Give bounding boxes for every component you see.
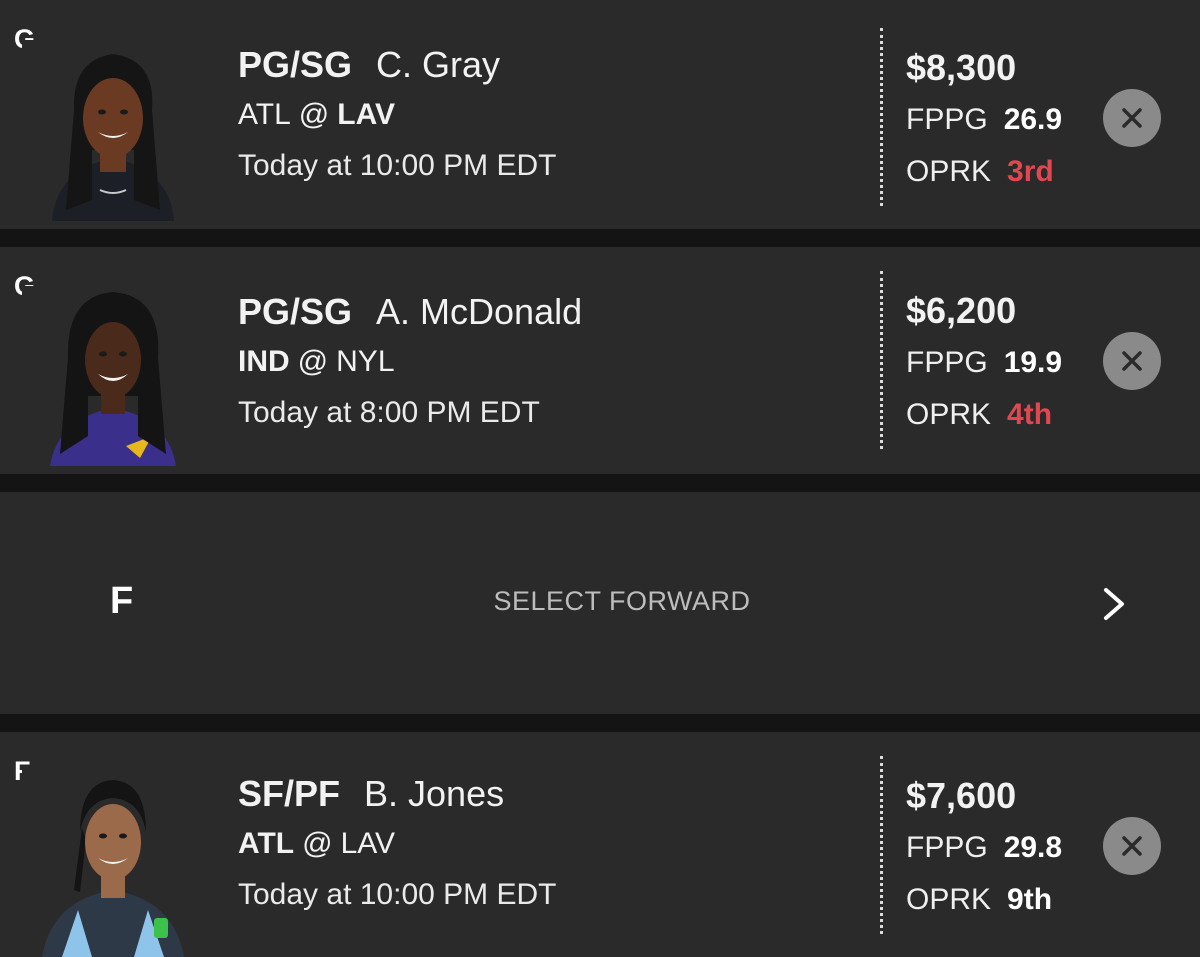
player-title: PG/SG A. McDonald: [238, 287, 582, 337]
fppg-value: 29.8: [1003, 831, 1063, 864]
salary: $8,300: [906, 47, 1017, 88]
oprk-value: 4th: [1007, 398, 1053, 431]
away-team: IND: [238, 345, 290, 378]
player-stats: $6,200 FPPG 19.9 OPRK 4th: [906, 285, 1062, 441]
fppg-stat: FPPG 29.8: [906, 822, 1062, 874]
player-headshot: [22, 40, 204, 221]
player-name: B. Jones: [364, 773, 505, 814]
home-team: LAV: [337, 98, 396, 131]
matchup: ATL @ LAV: [238, 819, 557, 869]
oprk-label: OPRK: [906, 398, 992, 431]
fppg-label: FPPG: [906, 103, 988, 136]
player-headshot: [22, 286, 204, 466]
player-name: C. Gray: [376, 44, 501, 85]
close-icon: [1122, 108, 1142, 128]
player-info: PG/SG C. Gray ATL @ LAV Today at 10:00 P…: [238, 40, 557, 192]
fppg-label: FPPG: [906, 831, 988, 864]
fppg-label: FPPG: [906, 346, 988, 379]
oprk-stat: OPRK 9th: [906, 874, 1062, 926]
away-team: ATL: [238, 98, 291, 131]
oprk-label: OPRK: [906, 883, 992, 916]
player-name: A. McDonald: [376, 291, 583, 332]
player-info: SF/PF B. Jones ATL @ LAV Today at 10:00 …: [238, 769, 557, 921]
oprk-stat: OPRK 4th: [906, 389, 1062, 441]
player-stats: $8,300 FPPG 26.9 OPRK 3rd: [906, 42, 1062, 198]
salary: $6,200: [906, 290, 1017, 331]
home-team: NYL: [336, 345, 395, 378]
fppg-stat: FPPG 19.9: [906, 337, 1062, 389]
player-headshot: [22, 770, 204, 957]
salary: $7,600: [906, 775, 1017, 816]
oprk-value: 9th: [1007, 883, 1053, 916]
player-positions: PG/SG: [238, 291, 353, 332]
close-icon: [1122, 351, 1142, 371]
remove-player-button[interactable]: [1103, 817, 1161, 875]
lineup-list: G PG/SG C. Gray ATL @ LAV Today at 10:00…: [0, 0, 1200, 957]
at-symbol: @: [297, 345, 329, 378]
fppg-stat: FPPG 26.9: [906, 94, 1062, 146]
divider: [880, 756, 883, 934]
divider: [880, 271, 883, 449]
close-icon: [1122, 836, 1142, 856]
player-info: PG/SG A. McDonald IND @ NYL Today at 8:0…: [238, 287, 582, 439]
at-symbol: @: [298, 98, 330, 131]
player-positions: PG/SG: [238, 44, 353, 85]
game-time: Today at 10:00 PM EDT: [238, 878, 557, 911]
lineup-slot-guard-2[interactable]: G PG/SG A. McDonald IND @ NYL: [0, 247, 1200, 474]
select-forward-slot[interactable]: F SELECT FORWARD: [0, 492, 1200, 714]
player-positions: SF/PF: [238, 773, 341, 814]
oprk-label: OPRK: [906, 155, 992, 188]
game-time: Today at 8:00 PM EDT: [238, 396, 540, 429]
lineup-slot-guard-1[interactable]: G PG/SG C. Gray ATL @ LAV Today at 10:00…: [0, 0, 1200, 229]
away-team: ATL: [238, 827, 295, 860]
remove-player-button[interactable]: [1103, 332, 1161, 390]
chevron-right-icon: [1104, 588, 1124, 620]
player-stats: $7,600 FPPG 29.8 OPRK 9th: [906, 770, 1062, 926]
lineup-slot-forward-2[interactable]: F SF/PF B. Jones A: [0, 732, 1200, 957]
player-title: SF/PF B. Jones: [238, 769, 557, 819]
matchup: IND @ NYL: [238, 337, 582, 387]
oprk-value: 3rd: [1007, 155, 1054, 188]
game-time: Today at 10:00 PM EDT: [238, 149, 557, 182]
select-forward-label: SELECT FORWARD: [493, 586, 751, 616]
fppg-value: 19.9: [1003, 346, 1063, 379]
home-team: LAV: [340, 827, 396, 860]
player-title: PG/SG C. Gray: [238, 40, 557, 90]
fppg-value: 26.9: [1003, 103, 1063, 136]
divider: [880, 28, 883, 206]
remove-player-button[interactable]: [1103, 89, 1161, 147]
matchup: ATL @ LAV: [238, 90, 557, 140]
at-symbol: @: [302, 827, 333, 860]
oprk-stat: OPRK 3rd: [906, 146, 1062, 198]
